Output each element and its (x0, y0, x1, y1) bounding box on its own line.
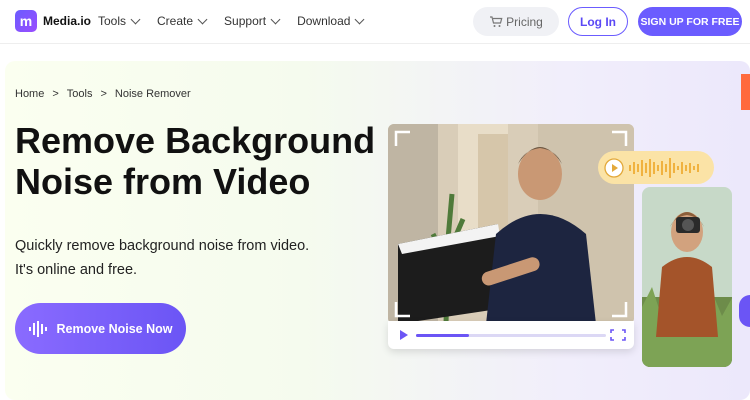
page-title-line2: Noise from Video (15, 161, 311, 202)
sound-wave-icon (29, 320, 48, 337)
logo-mark-icon: m (15, 10, 37, 32)
play-icon[interactable] (400, 330, 408, 340)
nav-create-label: Create (157, 14, 194, 28)
video-controls (388, 321, 634, 349)
nav-download-label: Download (297, 14, 351, 28)
breadcrumb-tools[interactable]: Tools (67, 88, 93, 100)
photographer-image (642, 187, 732, 367)
audio-waveform-pill[interactable] (598, 151, 714, 184)
remove-noise-button-label: Remove Noise Now (56, 321, 173, 336)
cart-icon (490, 15, 503, 27)
side-tab[interactable] (741, 74, 750, 110)
pricing-button[interactable]: Pricing (473, 7, 559, 36)
chevron-down-icon (197, 14, 208, 24)
nav-download[interactable]: Download (297, 14, 365, 28)
nav-support[interactable]: Support (224, 14, 281, 28)
subtitle-line1: Quickly remove background noise from vid… (15, 238, 310, 254)
video-frame-image (388, 124, 634, 324)
breadcrumb-separator: > (100, 88, 107, 100)
top-navigation: m Media.io Tools Create Support Download… (0, 0, 750, 44)
chevron-down-icon (130, 14, 141, 24)
chevron-down-icon (270, 14, 281, 24)
remove-noise-button[interactable]: Remove Noise Now (15, 303, 186, 354)
logo-text: Media.io (43, 14, 92, 28)
chevron-down-icon (355, 14, 365, 24)
nav-tools[interactable]: Tools (98, 14, 141, 28)
signup-button[interactable]: SIGN UP FOR FREE (638, 7, 742, 36)
page-title: Remove Background Noise from Video (15, 120, 385, 202)
main-nav: Tools Create Support Download (98, 14, 381, 28)
pricing-label: Pricing (506, 14, 543, 29)
waveform-icon (629, 157, 699, 178)
page-subtitle: Quickly remove background noise from vid… (15, 234, 309, 282)
nav-create[interactable]: Create (157, 14, 208, 28)
nav-support-label: Support (224, 14, 267, 28)
breadcrumb-home[interactable]: Home (15, 88, 44, 100)
breadcrumb-separator: > (52, 88, 59, 100)
subtitle-line2: It's online and free. (15, 262, 138, 278)
fullscreen-icon[interactable] (610, 329, 626, 341)
breadcrumb-current: Noise Remover (114, 88, 191, 100)
video-preview[interactable] (388, 124, 634, 324)
login-button[interactable]: Log In (568, 7, 628, 36)
side-chat-button[interactable] (739, 295, 750, 327)
nav-tools-label: Tools (98, 14, 127, 28)
progress-fill (416, 334, 469, 337)
logo[interactable]: m Media.io (15, 10, 91, 32)
breadcrumb: Home > Tools > Noise Remover (15, 88, 191, 100)
page-title-line1: Remove Background (15, 120, 376, 161)
